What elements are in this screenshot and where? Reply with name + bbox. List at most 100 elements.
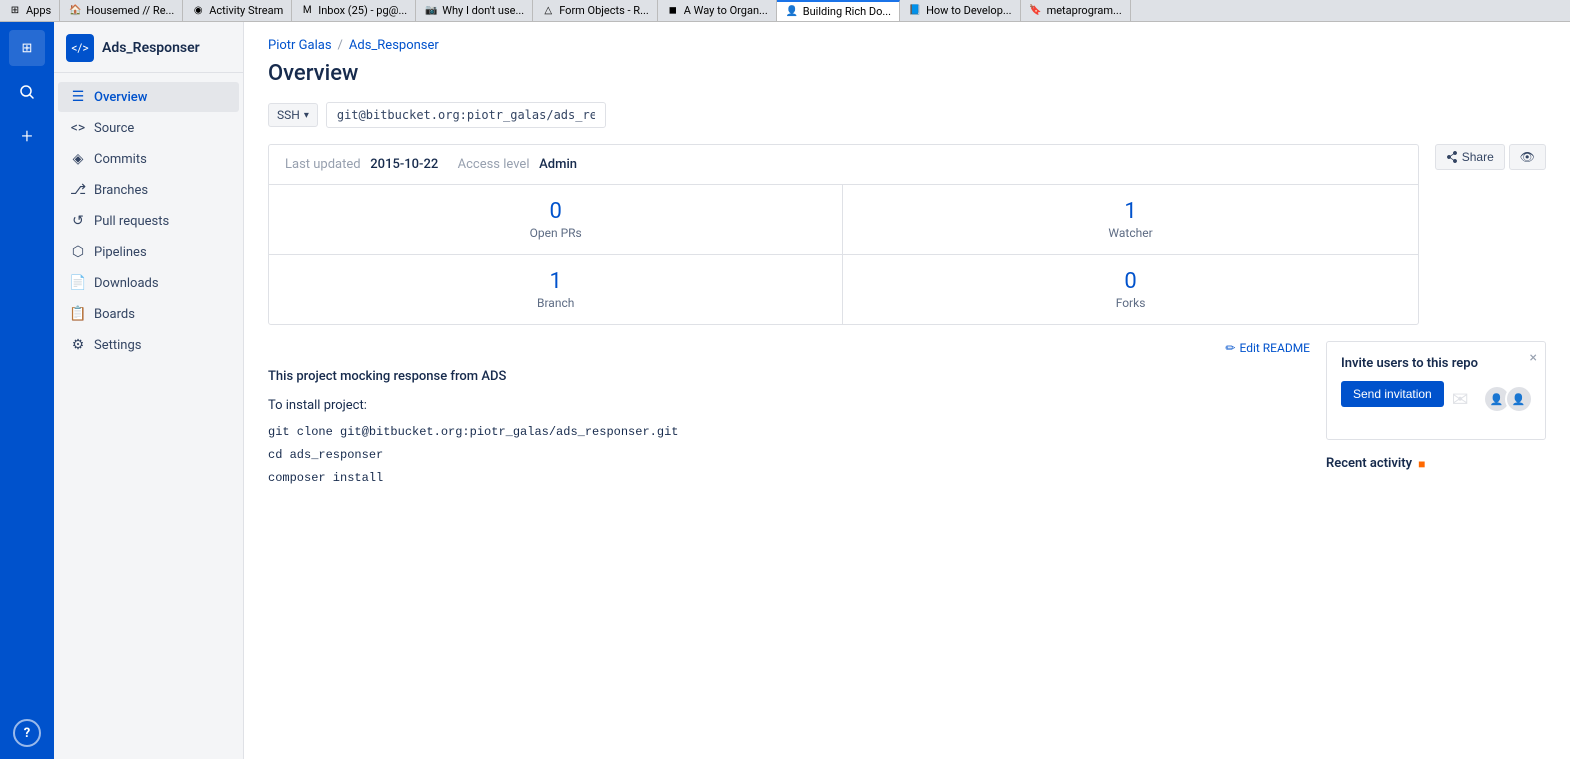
browser-tab-housemed[interactable]: 🏠 Housemed // Re... bbox=[60, 0, 183, 22]
watch-icon: 👁 bbox=[1520, 150, 1535, 164]
browser-tabs: ⊞ Apps 🏠 Housemed // Re... ◉ Activity Stream M… bbox=[0, 0, 1570, 22]
invite-close-button[interactable]: × bbox=[1530, 350, 1537, 366]
tab-label-apps: Apps bbox=[26, 4, 51, 17]
main-content: Piotr Galas / Ads_Responser Overview SSH… bbox=[244, 22, 1570, 759]
ssh-protocol-button[interactable]: SSH ▾ bbox=[268, 103, 318, 127]
nav-icon-commits: ◈ bbox=[70, 151, 86, 167]
apps-icon-button[interactable]: ⊞ bbox=[9, 30, 45, 66]
tab-label-building-rich: Building Rich Do... bbox=[803, 5, 891, 18]
code-line-0: git clone git@bitbucket.org:piotr_galas/… bbox=[268, 423, 1310, 442]
nav-label-branches: Branches bbox=[94, 183, 148, 198]
nav-icon-downloads: 📄 bbox=[70, 275, 86, 291]
sidebar-item-overview[interactable]: ☰Overview bbox=[58, 82, 239, 112]
browser-tab-activity-stream[interactable]: ◉ Activity Stream bbox=[183, 0, 292, 22]
nav-icon-settings: ⚙ bbox=[70, 337, 86, 353]
readme-content: This project mocking response from ADS T… bbox=[268, 367, 1310, 488]
tab-favicon-why-i-dont: 📷 bbox=[424, 4, 438, 18]
breadcrumb-user[interactable]: Piotr Galas bbox=[268, 38, 332, 53]
sidebar-item-settings[interactable]: ⚙ Settings bbox=[58, 330, 239, 360]
tab-label-form-objects: Form Objects - R... bbox=[559, 4, 649, 17]
sidebar-nav: ☰Overview <> Source ◈Commits⎇Branches↺Pull … bbox=[54, 73, 243, 369]
browser-tab-metaprogram[interactable]: 🔖metaprogram... bbox=[1021, 0, 1131, 22]
nav-icon-boards: 📋 bbox=[70, 306, 86, 322]
sidebar-item-pull-requests[interactable]: ↺Pull requests bbox=[58, 206, 239, 236]
tab-label-a-way-to-organ: A Way to Organ... bbox=[684, 4, 768, 17]
share-watch-buttons: Share 👁 bbox=[1435, 144, 1546, 170]
tab-label-inbox: Inbox (25) - pg@... bbox=[318, 4, 407, 17]
stats-meta: Last updated 2015-10-22 Access level Adm… bbox=[269, 145, 1418, 185]
sidebar-item-source[interactable]: <> Source bbox=[58, 113, 239, 143]
invite-panel: × Invite users to this repo Send invitat… bbox=[1326, 341, 1546, 440]
tab-label-housemed: Housemed // Re... bbox=[86, 4, 174, 17]
nav-icon-overview: ☰ bbox=[70, 89, 86, 105]
browser-tab-why-i-dont[interactable]: 📷 Why I don't use... bbox=[416, 0, 533, 22]
branches-label: Branch bbox=[293, 296, 818, 310]
stats-share-row: Last updated 2015-10-22 Access level Adm… bbox=[268, 144, 1546, 325]
tab-favicon-apps: ⊞ bbox=[8, 4, 22, 18]
icon-bar: ⊞ + ? bbox=[0, 22, 54, 759]
watchers-count: 1 bbox=[867, 199, 1393, 224]
tab-favicon-form-objects: △ bbox=[541, 4, 555, 18]
nav-label-settings: Settings bbox=[94, 338, 141, 353]
browser-tab-inbox[interactable]: M Inbox (25) - pg@... bbox=[292, 0, 416, 22]
watch-button[interactable]: 👁 bbox=[1509, 144, 1546, 170]
sidebar-item-boards[interactable]: 📋 Boards bbox=[58, 299, 239, 329]
nav-label-source: Source bbox=[94, 121, 134, 136]
last-updated-value: 2015-10-22 bbox=[370, 157, 438, 172]
repo-name: Ads_Responser bbox=[102, 40, 200, 56]
readme-area: ✏ Edit README This project mocking respo… bbox=[268, 341, 1310, 492]
recent-activity-title: Recent activity ■ bbox=[1326, 456, 1546, 471]
sidebar-item-branches[interactable]: ⎇Branches bbox=[58, 175, 239, 205]
right-panel: × Invite users to this repo Send invitat… bbox=[1326, 341, 1546, 492]
nav-label-boards: Boards bbox=[94, 307, 135, 322]
stats-box: Last updated 2015-10-22 Access level Adm… bbox=[268, 144, 1419, 325]
browser-tab-a-way-to-organ[interactable]: ◼A Way to Organ... bbox=[658, 0, 777, 22]
sidebar-item-pipelines[interactable]: ⬡Pipelines bbox=[58, 237, 239, 267]
open-prs-label: Open PRs bbox=[293, 226, 818, 240]
envelope-icon: ✉ bbox=[1452, 387, 1469, 411]
browser-tab-how-to-develop[interactable]: 📘How to Develop... bbox=[900, 0, 1021, 22]
tab-favicon-activity-stream: ◉ bbox=[191, 4, 205, 18]
clone-bar: SSH ▾ bbox=[268, 102, 1546, 128]
invite-title: Invite users to this repo bbox=[1341, 356, 1531, 371]
forks-label: Forks bbox=[867, 296, 1393, 310]
browser-tab-form-objects[interactable]: △ Form Objects - R... bbox=[533, 0, 658, 22]
tab-favicon-metaprogram: 🔖 bbox=[1029, 4, 1043, 18]
browser-tab-apps[interactable]: ⊞ Apps bbox=[0, 0, 60, 22]
rss-icon[interactable]: ■ bbox=[1418, 457, 1425, 471]
edit-icon: ✏ bbox=[1225, 341, 1235, 355]
search-icon-button[interactable] bbox=[9, 74, 45, 110]
forks-stat: 0 Forks bbox=[843, 255, 1417, 324]
avatar-group: 👤 👤 bbox=[1483, 385, 1527, 413]
help-icon-button[interactable]: ? bbox=[13, 719, 41, 747]
repo-icon: </> bbox=[66, 34, 94, 62]
open-prs-count: 0 bbox=[293, 199, 818, 224]
access-level-value: Admin bbox=[539, 157, 577, 172]
browser-tab-building-rich[interactable]: 👤Building Rich Do... bbox=[777, 0, 900, 22]
breadcrumb-repo[interactable]: Ads_Responser bbox=[349, 38, 439, 53]
sidebar-item-commits[interactable]: ◈Commits bbox=[58, 144, 239, 174]
recent-activity-label: Recent activity bbox=[1326, 456, 1412, 471]
send-invitation-button[interactable]: Send invitation bbox=[1341, 381, 1444, 407]
nav-icon-source: <> bbox=[70, 120, 86, 136]
tab-label-activity-stream: Activity Stream bbox=[209, 4, 283, 17]
nav-icon-pull-requests: ↺ bbox=[70, 213, 86, 229]
code-blocks: git clone git@bitbucket.org:piotr_galas/… bbox=[268, 423, 1310, 489]
chevron-down-icon: ▾ bbox=[304, 110, 309, 121]
ssh-label: SSH bbox=[277, 108, 300, 122]
add-icon-button[interactable]: + bbox=[9, 118, 45, 154]
tab-label-why-i-dont: Why I don't use... bbox=[442, 4, 524, 17]
edit-readme-link[interactable]: ✏ Edit README bbox=[268, 341, 1310, 355]
branches-count: 1 bbox=[293, 269, 818, 294]
sidebar: </> Ads_Responser ☰Overview <> Source ◈Comm… bbox=[54, 22, 244, 759]
tab-favicon-inbox: M bbox=[300, 4, 314, 18]
branches-stat: 1 Branch bbox=[269, 255, 843, 324]
breadcrumb-separator: / bbox=[338, 38, 343, 53]
page-title: Overview bbox=[268, 61, 1546, 86]
sidebar-item-downloads[interactable]: 📄Downloads bbox=[58, 268, 239, 298]
tab-favicon-housemed: 🏠 bbox=[68, 4, 82, 18]
nav-icon-pipelines: ⬡ bbox=[70, 244, 86, 260]
share-button[interactable]: Share bbox=[1435, 144, 1505, 170]
sidebar-header: </> Ads_Responser bbox=[54, 22, 243, 73]
clone-url-input[interactable] bbox=[326, 102, 606, 128]
